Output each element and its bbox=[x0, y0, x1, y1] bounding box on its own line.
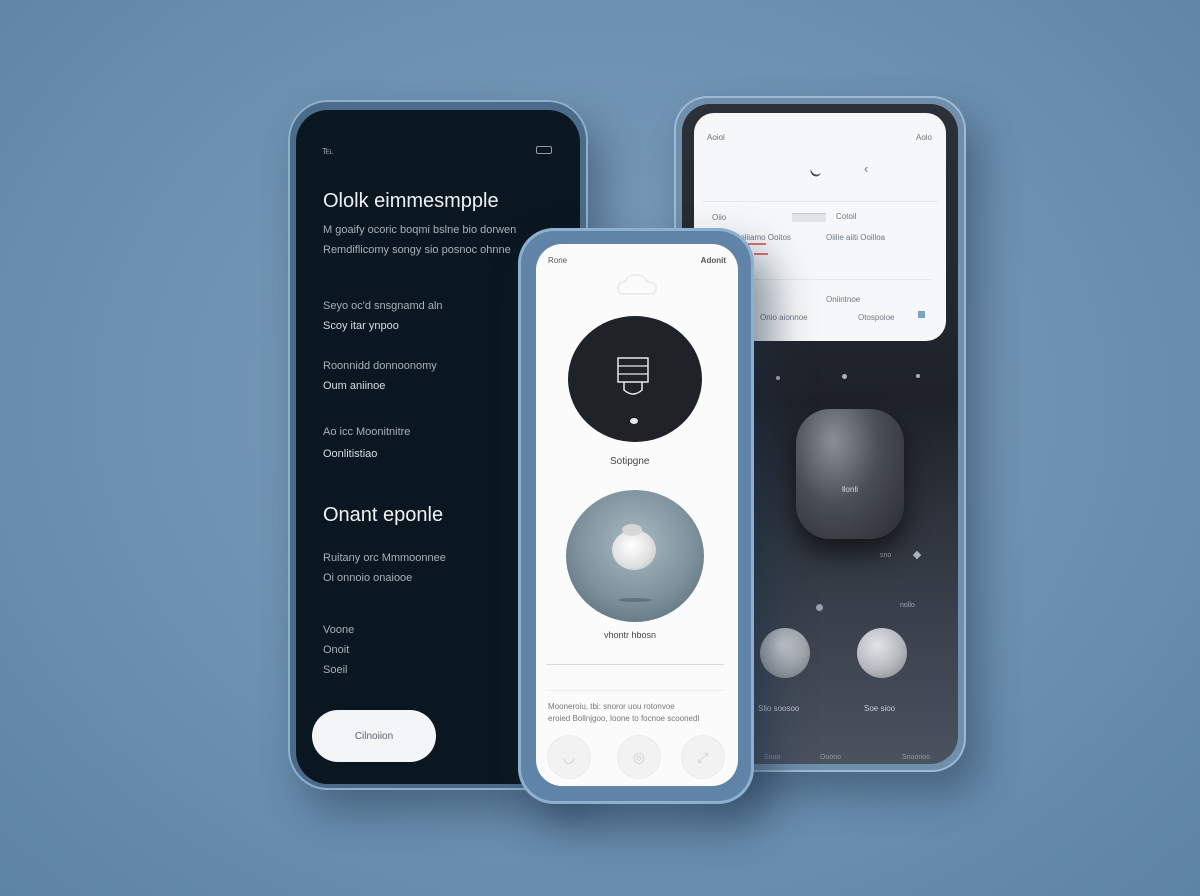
intro-line-2: Remdiflicomy songy sio posnoc ohnne bbox=[323, 244, 511, 256]
row1-left: Oiio bbox=[712, 213, 727, 222]
knob-left-label: Slio soosoo bbox=[758, 704, 800, 713]
device-label: llonli bbox=[841, 485, 858, 494]
photo-caption: vhontr hbosn bbox=[604, 630, 657, 640]
section3-line-1: Ao icc Moonitnitre bbox=[323, 426, 411, 438]
section4-line-2: Oi onnoio onaiooe bbox=[323, 572, 413, 584]
knob-left[interactable] bbox=[760, 628, 810, 678]
status-text: Rone bbox=[548, 256, 568, 265]
status-text: Aoiol bbox=[707, 133, 725, 142]
device-icon bbox=[617, 357, 649, 395]
photo-shadow bbox=[618, 598, 652, 602]
device-corner-label: sno bbox=[880, 552, 892, 559]
bottom-label-2: Ooono bbox=[820, 754, 842, 761]
indicator-dot bbox=[842, 374, 847, 379]
photo-subject-top bbox=[622, 524, 642, 536]
section1-line-1: Seyo oc'd snsgnamd aln bbox=[323, 300, 443, 312]
status-indicator-red bbox=[748, 243, 766, 245]
footer-line-2: eroied Bollnjgoo, Ioone to focnoe scoone… bbox=[548, 714, 700, 723]
status-right-text: Adonit bbox=[700, 256, 726, 265]
primary-button[interactable]: Cilnoiion bbox=[312, 710, 436, 762]
section2-line-1: Roonnidd donnoonomy bbox=[323, 360, 437, 372]
section3-line-2[interactable]: Oonlitistiao bbox=[323, 444, 377, 464]
menu-item-1[interactable]: Voone bbox=[323, 620, 354, 640]
device-caption: Sotipgne bbox=[610, 456, 650, 467]
nav-share-icon[interactable]: ⤢ bbox=[682, 736, 724, 778]
status-icon: ℡ bbox=[322, 145, 334, 157]
bottom-label-1: Snoo bbox=[764, 754, 781, 761]
knob-right[interactable] bbox=[857, 628, 907, 678]
photo-subject bbox=[612, 530, 656, 570]
row3-left: Onio aionnoe bbox=[760, 313, 808, 322]
nav-home-icon[interactable]: ◡ bbox=[548, 736, 590, 778]
bottom-label-3: Snoonoo bbox=[902, 754, 931, 761]
knob-right-label: Soe sioo bbox=[864, 704, 896, 713]
chevron-left-icon[interactable]: ‹ bbox=[864, 161, 868, 176]
row1-right: Cotoil bbox=[836, 212, 857, 221]
section-heading: Onant eponle bbox=[323, 504, 444, 526]
middle-phone-screen: Rone Adonit Sotipgne vhontr hbosn Mooner… bbox=[536, 244, 738, 786]
device-dot bbox=[630, 418, 638, 424]
divider bbox=[546, 690, 724, 691]
status-indicator-red-2 bbox=[754, 253, 768, 255]
moon-icon bbox=[810, 169, 821, 177]
corner-label: nollo bbox=[900, 602, 915, 609]
arrow-icon[interactable] bbox=[912, 550, 922, 560]
photo-circle[interactable] bbox=[566, 490, 704, 622]
page-title: Ololk eimmesmpple bbox=[323, 190, 499, 212]
row3-right: Otospoioe bbox=[858, 313, 895, 322]
indicator-dot bbox=[816, 604, 823, 611]
menu-item-2[interactable]: Onoit bbox=[323, 640, 349, 660]
menu-item-3[interactable]: Soeil bbox=[323, 660, 347, 680]
status-right-text: Aolo bbox=[915, 133, 932, 142]
indicator-dot bbox=[776, 376, 780, 380]
checkbox[interactable] bbox=[918, 311, 925, 318]
row2-right: Oiilie aiiti Ooilloa bbox=[826, 233, 886, 242]
toggle-bar[interactable] bbox=[792, 213, 826, 222]
section4-line-1: Ruitany orc Mmmoonnee bbox=[323, 552, 446, 564]
footer-line-1: Mooneroiu, tbi: snoror uou rotonvoe bbox=[548, 702, 675, 711]
nav-record-icon[interactable]: ◎ bbox=[618, 736, 660, 778]
indicator-dot bbox=[916, 374, 920, 378]
device-body: llonli bbox=[796, 409, 904, 539]
section1-line-2[interactable]: Scoy itar ynpoo bbox=[323, 316, 399, 336]
center-text: Oniintnoe bbox=[826, 295, 861, 304]
battery-icon bbox=[536, 146, 552, 154]
divider bbox=[546, 664, 724, 665]
cloud-icon bbox=[616, 273, 658, 295]
middle-phone: Rone Adonit Sotipgne vhontr hbosn Mooner… bbox=[518, 228, 754, 804]
device-button[interactable] bbox=[568, 316, 702, 442]
section2-line-2[interactable]: Oum aniinoe bbox=[323, 376, 385, 396]
intro-line-1: M goaify ocoric boqmi bslne bio dorwen bbox=[323, 224, 517, 236]
divider bbox=[702, 201, 938, 202]
